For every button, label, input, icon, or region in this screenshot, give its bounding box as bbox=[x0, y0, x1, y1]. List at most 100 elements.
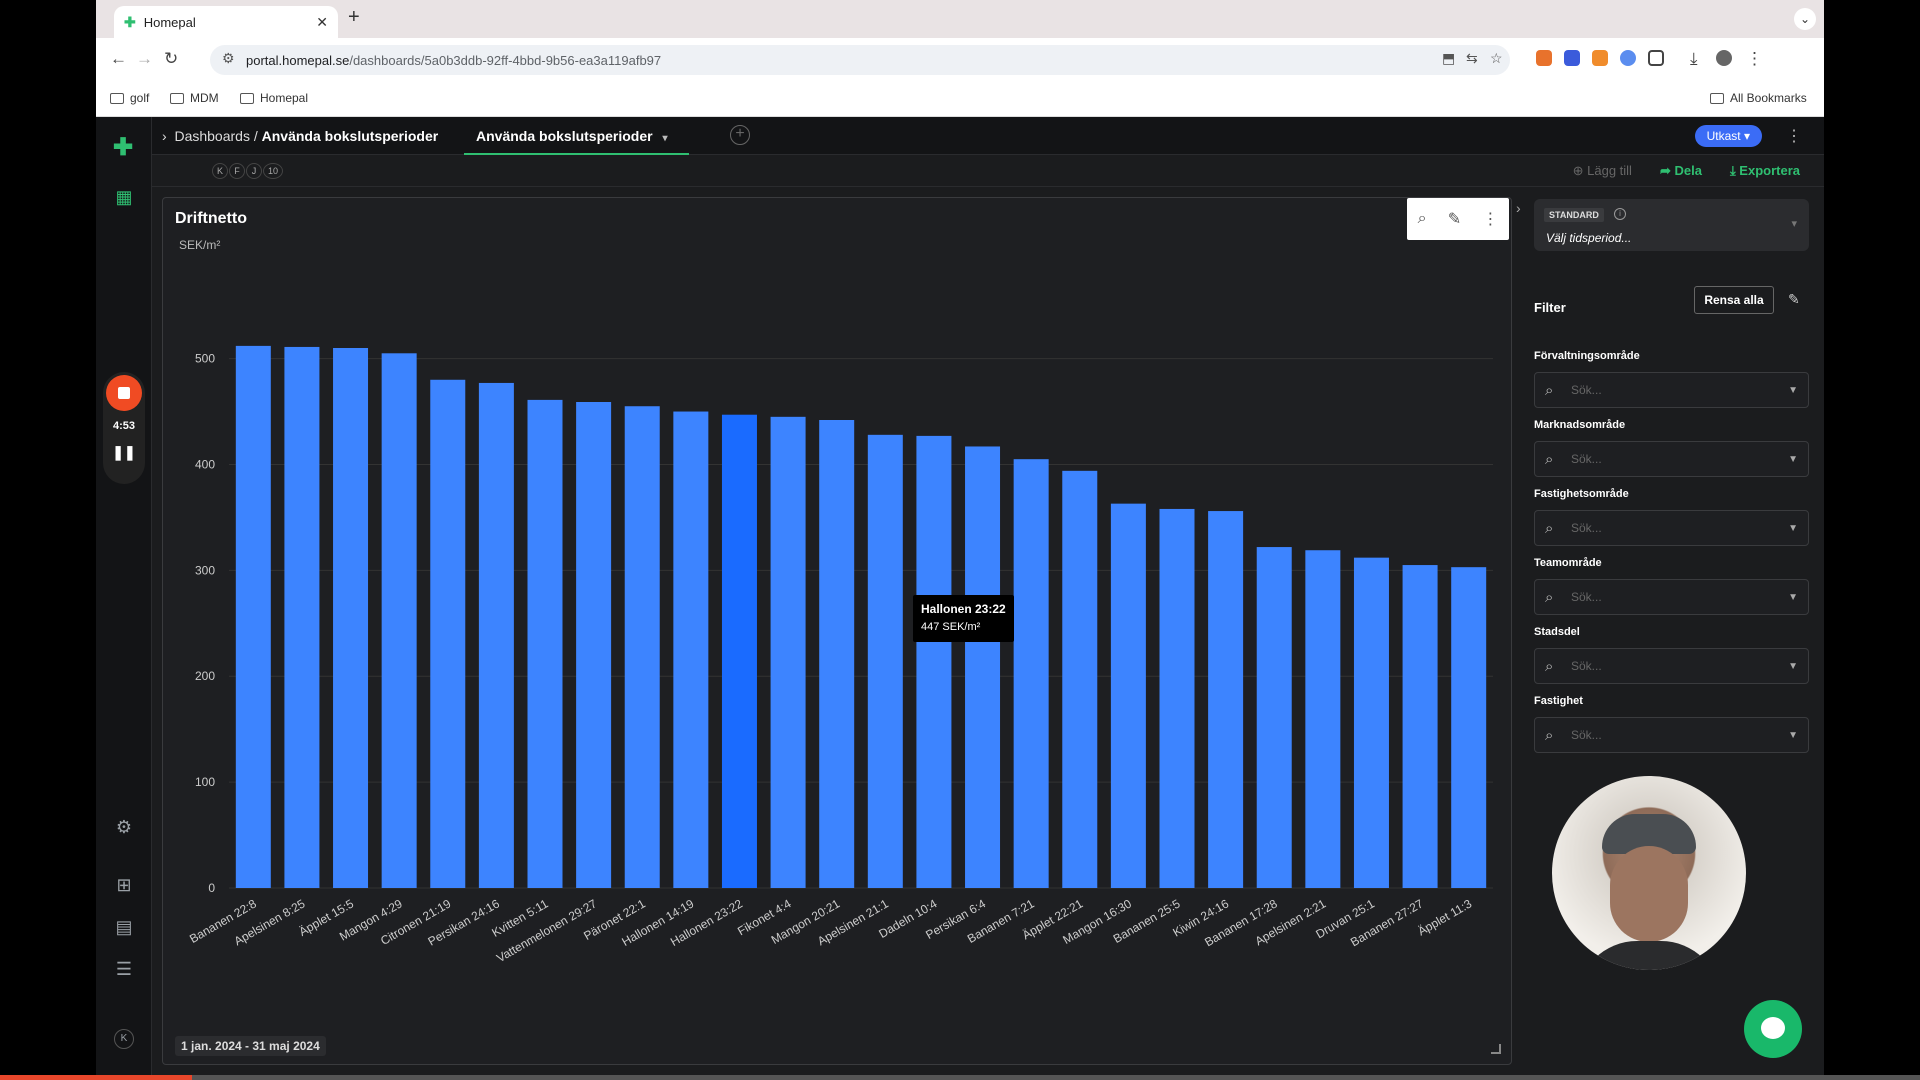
bar[interactable] bbox=[284, 346, 320, 888]
browser-tab[interactable]: ✚ Homepal ✕ bbox=[114, 6, 338, 38]
close-tab-icon[interactable]: ✕ bbox=[316, 14, 328, 31]
tooltip-value: 447 SEK/m² bbox=[921, 621, 981, 633]
y-tick-label: 200 bbox=[195, 669, 215, 683]
bar[interactable] bbox=[1305, 550, 1341, 888]
dashboards-icon[interactable]: ▦ bbox=[110, 183, 138, 211]
chart-card: Driftnetto SEK/m² ⌕ ✎ ⋮ 0 100 200 300 400 500… bbox=[162, 197, 1512, 1065]
extension-icon[interactable] bbox=[1536, 50, 1552, 66]
standard-badge: STANDARD bbox=[1544, 208, 1604, 222]
stop-recording-button[interactable] bbox=[106, 375, 142, 411]
chat-bubble-button[interactable] bbox=[1744, 1000, 1802, 1058]
list-icon[interactable]: ☰ bbox=[110, 955, 138, 983]
bar[interactable] bbox=[527, 399, 563, 888]
video-progress-bar[interactable] bbox=[0, 1075, 1920, 1080]
bar[interactable] bbox=[965, 446, 1001, 888]
forward-icon[interactable]: → bbox=[136, 49, 153, 69]
address-bar[interactable]: ⚙ portal.homepal.se/dashboards/5a0b3ddb-… bbox=[210, 45, 1510, 75]
left-rail: ✚ ▦ 4:53 ❚❚ ⚙ ⊞ ▤ ☰ K bbox=[96, 117, 152, 1080]
chevron-down-icon: ▾ bbox=[662, 133, 668, 144]
bar[interactable] bbox=[1013, 459, 1049, 888]
bookmark-star-icon[interactable]: ☆ bbox=[1490, 50, 1503, 67]
bar[interactable] bbox=[333, 348, 369, 888]
filter-select[interactable]: ⌕ Sök... ▼ bbox=[1534, 372, 1809, 408]
pause-icon[interactable]: ❚❚ bbox=[103, 444, 145, 461]
bar[interactable] bbox=[721, 414, 757, 888]
period-selector[interactable]: STANDARD i Välj tidsperiod... ▾ bbox=[1534, 199, 1809, 251]
collapse-panel-icon[interactable]: › bbox=[1516, 200, 1521, 216]
breadcrumb-root[interactable]: Dashboards / bbox=[174, 128, 257, 144]
bar[interactable] bbox=[1062, 470, 1098, 888]
all-bookmarks[interactable]: All Bookmarks bbox=[1710, 91, 1807, 105]
share-button[interactable]: ➦ Dela bbox=[1660, 163, 1702, 179]
profile-avatar[interactable] bbox=[1716, 50, 1732, 66]
resize-handle[interactable] bbox=[1491, 1044, 1501, 1054]
install-app-icon[interactable]: ⬒ bbox=[1442, 50, 1455, 67]
bar[interactable] bbox=[1402, 565, 1438, 888]
bar[interactable] bbox=[770, 416, 806, 888]
folder-icon bbox=[110, 92, 124, 104]
site-info-icon[interactable]: ⚙ bbox=[222, 50, 235, 67]
bar[interactable] bbox=[1159, 508, 1195, 888]
bar[interactable] bbox=[430, 379, 466, 888]
extension-icon[interactable] bbox=[1620, 50, 1636, 66]
reload-icon[interactable]: ↻ bbox=[164, 49, 178, 69]
bar[interactable] bbox=[1256, 547, 1292, 888]
filter-select[interactable]: ⌕ Sök... ▼ bbox=[1534, 648, 1809, 684]
screen-recorder: 4:53 ❚❚ bbox=[103, 372, 145, 484]
extension-icon[interactable] bbox=[1564, 50, 1580, 66]
bar[interactable] bbox=[1353, 557, 1389, 888]
clear-all-button[interactable]: Rensa alla bbox=[1694, 286, 1774, 314]
info-icon[interactable]: i bbox=[1614, 208, 1626, 220]
bar[interactable] bbox=[1208, 511, 1244, 888]
bar[interactable] bbox=[867, 434, 903, 888]
tab-search-icon[interactable]: ⌄ bbox=[1794, 8, 1816, 30]
hierarchy-icon[interactable]: ⊞ bbox=[110, 871, 138, 899]
bar[interactable] bbox=[478, 382, 514, 888]
bar[interactable] bbox=[916, 435, 952, 888]
chip-10[interactable]: 10 bbox=[263, 163, 283, 179]
new-tab-icon[interactable]: + bbox=[348, 6, 360, 29]
more-options-icon[interactable]: ⋮ bbox=[1786, 126, 1802, 146]
filter-select[interactable]: ⌕ Sök... ▼ bbox=[1534, 441, 1809, 477]
download-icon[interactable]: ⤓ bbox=[1690, 49, 1698, 69]
filter-select[interactable]: ⌕ Sök... ▼ bbox=[1534, 510, 1809, 546]
bookmark-mdm[interactable]: MDM bbox=[170, 91, 219, 105]
bar[interactable] bbox=[819, 420, 855, 888]
reports-icon[interactable]: ▤ bbox=[110, 913, 138, 941]
breadcrumb-expand-icon[interactable]: › bbox=[162, 128, 167, 144]
edit-filters-icon[interactable]: ✎ bbox=[1788, 291, 1800, 308]
filter-select[interactable]: ⌕ Sök... ▼ bbox=[1534, 717, 1809, 753]
chip-j[interactable]: J bbox=[246, 163, 262, 179]
bar[interactable] bbox=[1110, 503, 1146, 888]
breadcrumb: › Dashboards / Använda bokslutsperioder bbox=[162, 128, 438, 144]
action-bar: ⊕ Lägg till ➦ Dela ⤓ Exportera bbox=[1573, 163, 1800, 179]
translate-icon[interactable]: ⇆ bbox=[1466, 50, 1478, 67]
add-tab-button[interactable]: + bbox=[730, 125, 750, 145]
export-button[interactable]: ⤓ Exportera bbox=[1730, 163, 1800, 179]
filter-label: Teamområde bbox=[1534, 557, 1602, 569]
browser-menu-icon[interactable]: ⋮ bbox=[1746, 49, 1763, 69]
zoom-icon[interactable]: ⌕ bbox=[1418, 210, 1427, 228]
status-dropdown[interactable]: Utkast ▾ bbox=[1694, 125, 1762, 147]
homepal-logo[interactable]: ✚ bbox=[106, 133, 140, 161]
tab-dashboard[interactable]: Använda bokslutsperioder ▾ bbox=[464, 117, 689, 155]
more-vertical-icon[interactable]: ⋮ bbox=[1482, 209, 1498, 229]
back-icon[interactable]: ← bbox=[110, 49, 127, 69]
bar[interactable] bbox=[673, 411, 709, 888]
chip-k[interactable]: K bbox=[212, 163, 228, 179]
chip-f[interactable]: F bbox=[229, 163, 245, 179]
bar[interactable] bbox=[1451, 567, 1487, 888]
extensions-puzzle-icon[interactable] bbox=[1648, 50, 1664, 66]
edit-pencil-icon[interactable]: ✎ bbox=[1448, 209, 1461, 229]
bookmark-golf[interactable]: golf bbox=[110, 91, 149, 105]
bar[interactable] bbox=[576, 402, 612, 888]
extension-icon[interactable] bbox=[1592, 50, 1608, 66]
add-button[interactable]: ⊕ Lägg till bbox=[1573, 163, 1632, 179]
bar[interactable] bbox=[235, 345, 271, 889]
filter-select[interactable]: ⌕ Sök... ▼ bbox=[1534, 579, 1809, 615]
bookmark-homepal[interactable]: Homepal bbox=[240, 91, 308, 105]
settings-gear-icon[interactable]: ⚙ bbox=[110, 813, 138, 841]
bar[interactable] bbox=[624, 406, 660, 888]
bar[interactable] bbox=[381, 353, 417, 888]
collapse-rail-button[interactable]: K bbox=[114, 1029, 134, 1049]
